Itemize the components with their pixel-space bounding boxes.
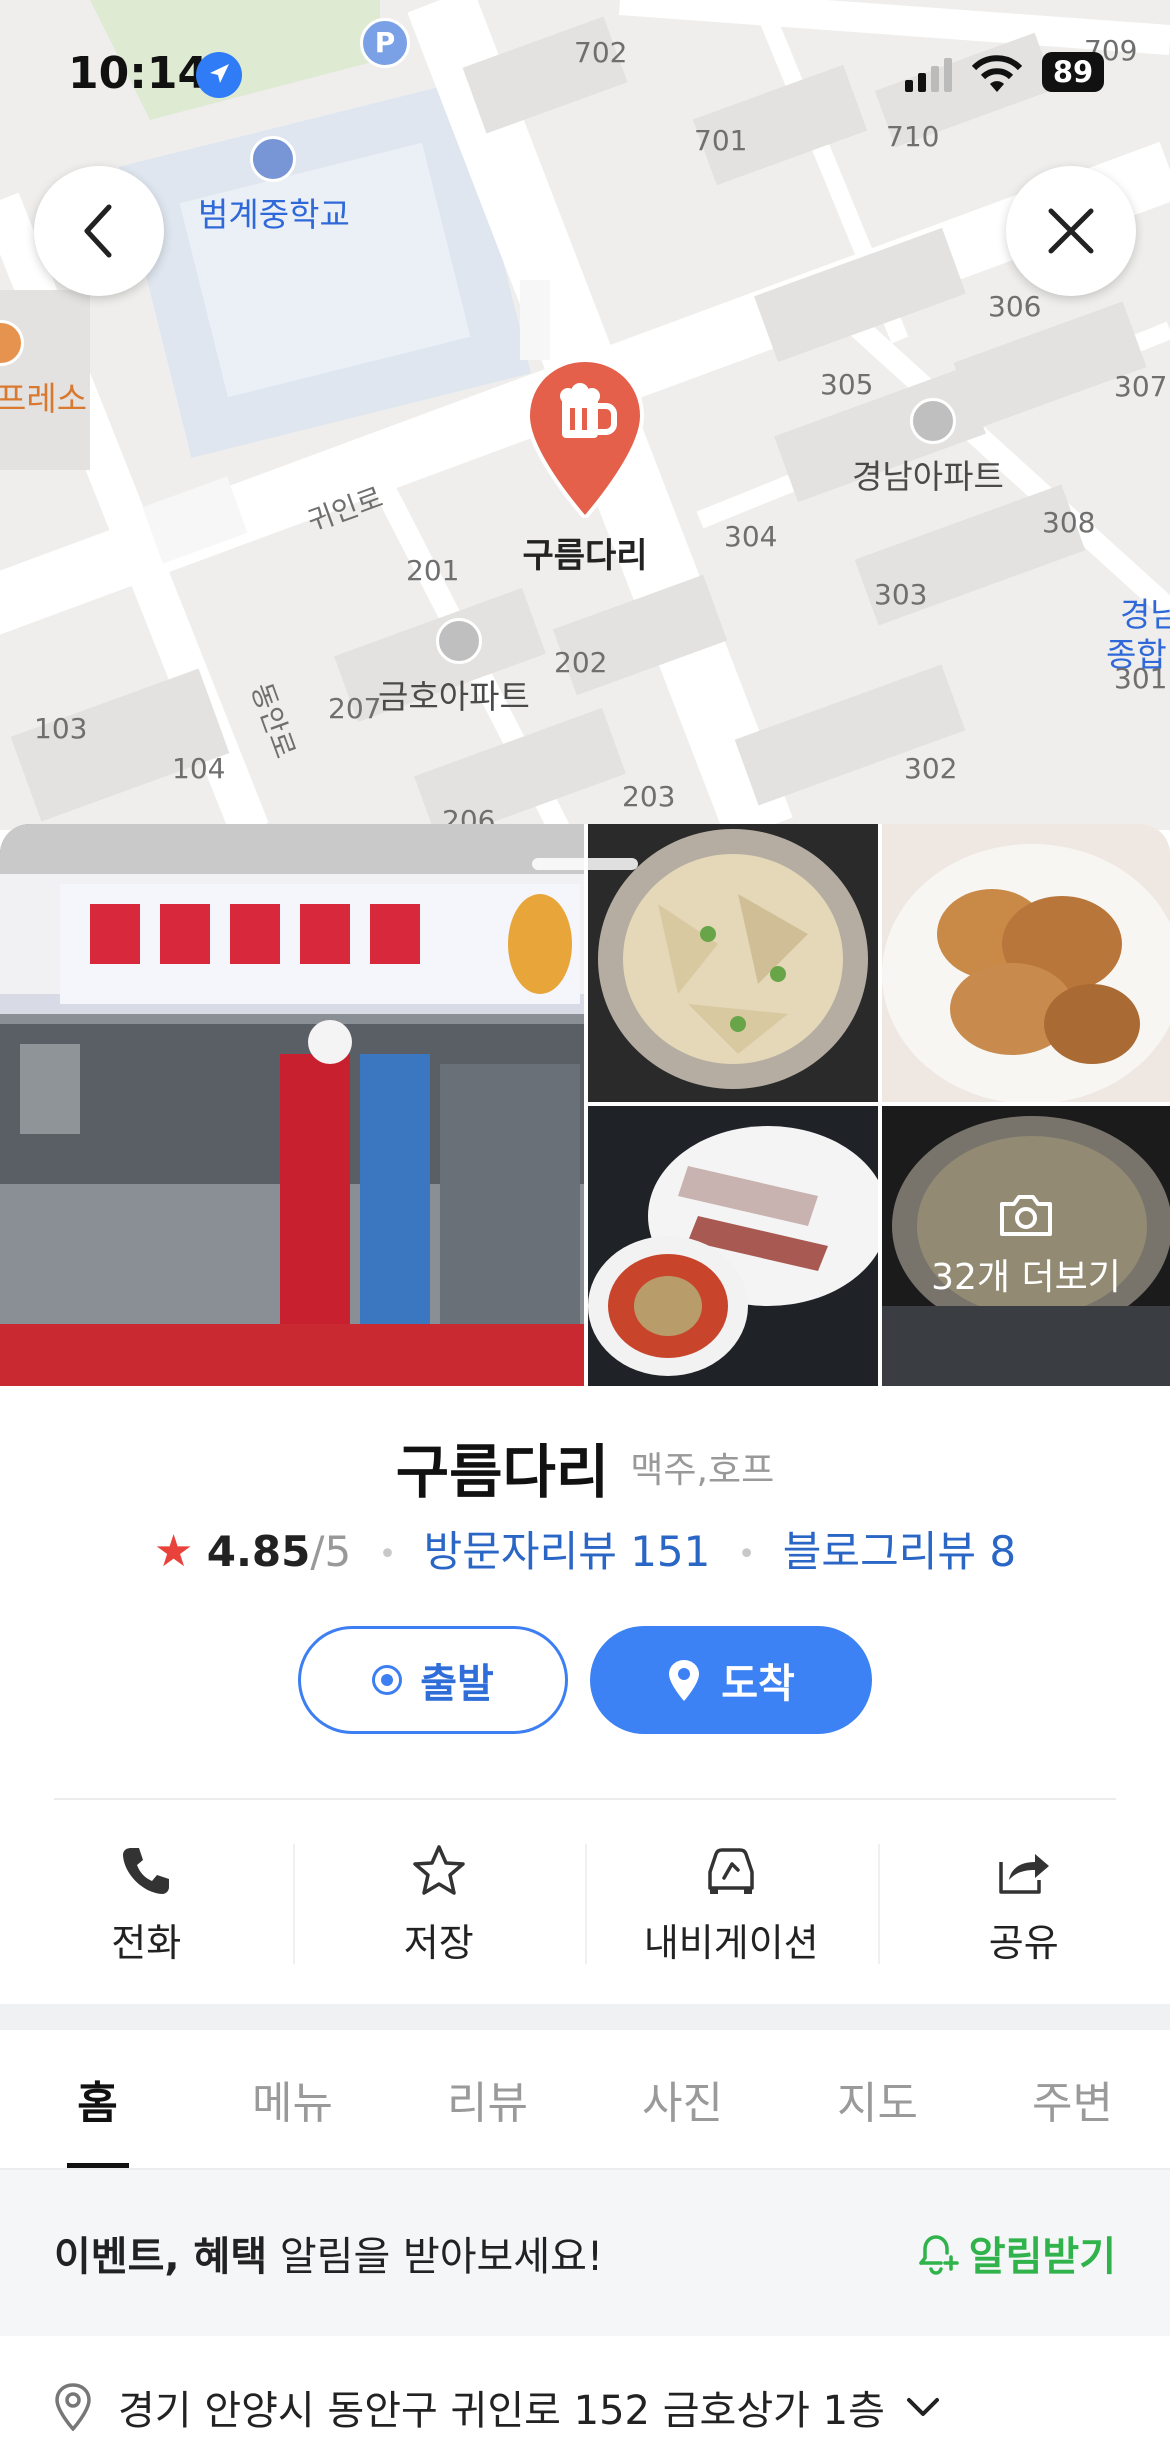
selected-place-label[interactable]: 구름다리 [490, 528, 680, 577]
school-poi-icon[interactable] [250, 136, 296, 182]
map-label-cut-left[interactable]: 프레소 [0, 372, 87, 420]
camera-icon [1000, 1195, 1052, 1236]
battery-indicator: 89 [1042, 52, 1104, 92]
building-number: 207 [328, 692, 382, 725]
address-row[interactable]: 경기 안양시 동안구 귀인로 152 금호상가 1층 [54, 2378, 1124, 2436]
tab-map[interactable]: 지도 [780, 2030, 975, 2168]
subscribe-notifications-label: 알림받기 [968, 2234, 1116, 2280]
map-pin-icon [669, 1660, 700, 1701]
status-time: 10:14 [68, 48, 209, 99]
selected-place-pin-icon[interactable] [524, 358, 646, 518]
phone-icon [123, 1847, 170, 1894]
wifi-icon [971, 55, 1023, 92]
arrive-button-label: 도착 [721, 1661, 795, 1707]
chevron-left-icon [84, 204, 112, 258]
status-bar: 10:14 89 [0, 0, 1170, 140]
save-label: 저장 [403, 1920, 474, 1965]
notification-text-rest: 알림을 받아보세요! [267, 2234, 603, 2280]
separator-dot: • [737, 1537, 756, 1572]
rating-star-icon: ★ [153, 1526, 194, 1577]
call-button[interactable]: 전화 [0, 1830, 293, 1980]
building-number: 302 [904, 752, 958, 785]
tab-reviews[interactable]: 리뷰 [390, 2030, 585, 2168]
notification-text: 이벤트, 혜택 알림을 받아보세요! [54, 2224, 603, 2282]
navigation-button[interactable]: 내비게이션 [585, 1830, 878, 1980]
place-title-row: 구름다리 맥주,호프 [0, 1425, 1170, 1509]
close-button[interactable] [1006, 166, 1136, 296]
subscribe-notifications-button[interactable]: 알림받기 [911, 2224, 1116, 2282]
building-number: 301 [1114, 662, 1168, 695]
building-number: 303 [874, 578, 928, 611]
building-number: 306 [988, 290, 1042, 323]
save-button[interactable]: 저장 [292, 1830, 586, 1980]
map-label-school[interactable]: 범계중학교 [198, 188, 350, 236]
close-icon [1048, 208, 1094, 254]
share-button[interactable]: 공유 [877, 1830, 1170, 1980]
building-number: 203 [622, 780, 676, 813]
place-name: 구름다리 [395, 1438, 610, 1506]
address-text: 경기 안양시 동안구 귀인로 152 금호상가 1층 [118, 2388, 885, 2434]
cellular-signal-icon [905, 58, 952, 92]
map-label-apt-kyungnam[interactable]: 경남아파트 [852, 450, 1004, 498]
building-number: 201 [406, 554, 460, 587]
separator-dot: • [378, 1537, 397, 1572]
photo-food-2[interactable] [882, 824, 1170, 1102]
map-label-apt-kumho[interactable]: 금호아파트 [378, 670, 530, 718]
share-label: 공유 [988, 1920, 1059, 1965]
divider [54, 1798, 1116, 1800]
arrive-button[interactable]: 도착 [590, 1626, 872, 1734]
start-button-label: 출발 [420, 1661, 494, 1707]
tab-photos[interactable]: 사진 [585, 2030, 780, 2168]
drag-handle[interactable] [532, 858, 638, 870]
start-button[interactable]: 출발 [298, 1626, 568, 1734]
building-number: 202 [554, 646, 608, 679]
building-number: 307 [1114, 370, 1168, 403]
star-icon [413, 1844, 465, 1895]
blog-reviews-link[interactable]: 블로그리뷰 8 [783, 1527, 1016, 1576]
tab-bar: 홈 메뉴 리뷰 사진 지도 주변 [0, 2030, 1170, 2170]
rating-row: ★ 4.85/5 • 방문자리뷰 151 • 블로그리뷰 8 [0, 1518, 1170, 1579]
tab-menu[interactable]: 메뉴 [195, 2030, 390, 2168]
notification-text-bold: 이벤트, 혜택 [54, 2234, 268, 2280]
tab-home[interactable]: 홈 [0, 2030, 195, 2168]
map-view[interactable]: 범계중학교 P 경남아파트 금호아파트 귀인로 동안로 프레소 경남 종합 70… [0, 0, 1170, 830]
back-button[interactable] [34, 166, 164, 296]
tab-nearby[interactable]: 주변 [975, 2030, 1170, 2168]
location-pin-icon [55, 2383, 91, 2431]
chevron-down-icon[interactable] [903, 2392, 943, 2422]
building-number: 304 [724, 520, 778, 553]
bell-plus-icon [919, 2235, 959, 2275]
more-photos-overlay[interactable]: 32개 더보기 [882, 1106, 1170, 1386]
action-bar: 전화 저장 내비게이션 공유 [0, 1830, 1170, 1980]
visitor-reviews-link[interactable]: 방문자리뷰 151 [424, 1527, 711, 1576]
building-number: 103 [34, 712, 88, 745]
rating-score: 4.85 [206, 1527, 311, 1576]
more-photos-label: 32개 더보기 [931, 1257, 1121, 1298]
photo-storefront[interactable] [0, 824, 584, 1386]
car-icon [708, 1847, 754, 1894]
navigation-label: 내비게이션 [643, 1920, 819, 1965]
share-icon [999, 1853, 1049, 1894]
call-label: 전화 [111, 1920, 182, 1965]
building-number: 104 [172, 752, 226, 785]
apartment-poi-icon[interactable] [436, 618, 482, 664]
section-gap [0, 2004, 1170, 2030]
apartment-poi-icon[interactable] [910, 398, 956, 444]
building-number: 305 [820, 368, 874, 401]
place-category: 맥주,호프 [630, 1450, 775, 1491]
location-arrow-icon [196, 52, 242, 98]
photo-more[interactable]: 32개 더보기 [882, 1106, 1170, 1386]
photo-food-3[interactable] [588, 1106, 878, 1386]
rating-max: /5 [310, 1527, 352, 1576]
start-dot-icon [372, 1665, 403, 1695]
notification-banner: 이벤트, 혜택 알림을 받아보세요! 알림받기 [0, 2170, 1170, 2336]
photo-gallery[interactable]: 32개 더보기 [0, 824, 1170, 1386]
building-number: 308 [1042, 506, 1096, 539]
